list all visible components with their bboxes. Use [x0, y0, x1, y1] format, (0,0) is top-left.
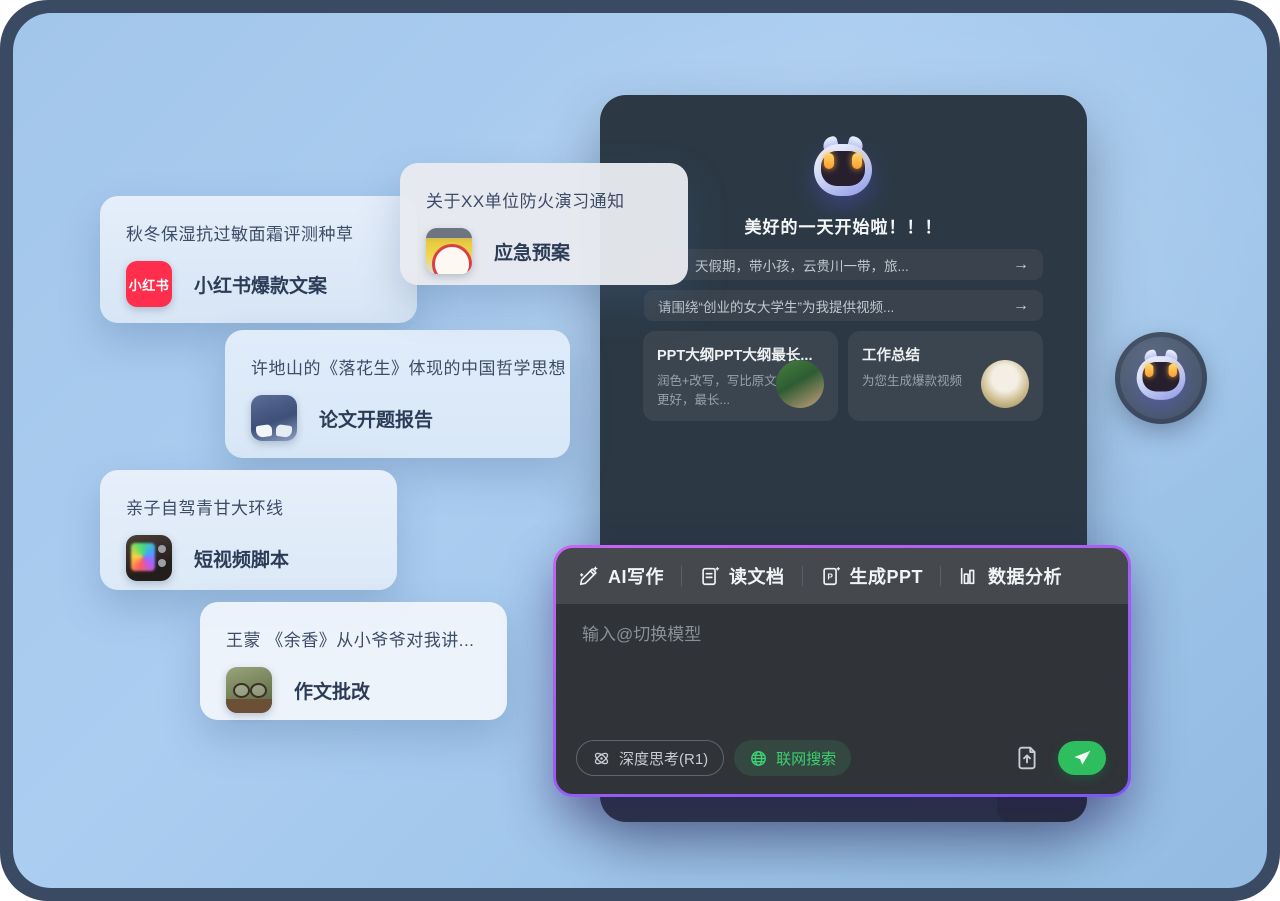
usecase-title: 秋冬保湿抗过敏面霜评测种草 [126, 220, 391, 245]
globe-icon [749, 749, 768, 768]
usecase-label: 应急预案 [494, 238, 570, 265]
emergency-ship-clock-thumbnail [426, 228, 472, 274]
upload-file-icon[interactable] [1014, 745, 1040, 771]
composer-body: 深度思考(R1) 联网搜索 [556, 604, 1128, 794]
robot-mascot-small [1137, 356, 1186, 400]
prompt-card-ppt-outline[interactable]: PPT大纲PPT大纲最长... 润色+改写，写比原文更好，最长... [643, 331, 838, 421]
message-input[interactable] [580, 618, 1104, 722]
usecase-label: 短视频脚本 [194, 545, 289, 572]
usecase-title: 王蒙 《余香》从小爷爷对我讲... [226, 626, 481, 651]
composer-panel: AI写作 读文档 P [553, 545, 1131, 797]
avatar [981, 360, 1029, 408]
divider [802, 566, 803, 586]
usecase-card-thesis-proposal[interactable]: 许地山的《落花生》体现的中国哲学思想 论文开题报告 [225, 330, 570, 458]
usecase-title: 关于XX单位防火演习通知 [426, 187, 662, 212]
usecase-card-emergency-plan[interactable]: 关于XX单位防火演习通知 应急预案 [400, 163, 688, 285]
suggestion-row-2[interactable]: 请围绕“创业的女大学生”为我提供视频... → [644, 290, 1043, 321]
atom-icon [592, 749, 611, 768]
paper-plane-icon [1072, 748, 1092, 768]
read-document-icon [699, 565, 721, 587]
suggestion-text: 天假期，带小孩，云贵川一带，旅... [695, 255, 1005, 275]
tab-generate-ppt[interactable]: P 生成PPT [820, 563, 924, 589]
web-search-toggle[interactable]: 联网搜索 [734, 740, 851, 776]
tab-data-analysis[interactable]: 数据分析 [958, 563, 1062, 589]
usecase-title: 亲子自驾青甘大环线 [126, 494, 371, 519]
mascot-eye-icon [1145, 364, 1153, 377]
composer-tabbar: AI写作 读文档 P [556, 548, 1128, 604]
usecase-title: 许地山的《落花生》体现的中国哲学思想 [251, 354, 544, 379]
mascot-eye-icon [1169, 364, 1177, 377]
usecase-label: 作文批改 [294, 677, 370, 704]
mascot-eye-icon [824, 153, 834, 169]
prompt-card-work-summary[interactable]: 工作总结 为您生成爆款视频 [848, 331, 1043, 421]
suggestion-row-1[interactable]: 天假期，带小孩，云贵川一带，旅... → [644, 249, 1043, 280]
assistant-launcher-button[interactable] [1115, 332, 1207, 424]
usecase-card-xiaohongshu[interactable]: 秋冬保湿抗过敏面霜评测种草 小红书 小红书爆款文案 [100, 196, 417, 323]
send-button[interactable] [1058, 741, 1106, 775]
usecase-label: 小红书爆款文案 [194, 271, 327, 298]
screenshot-stage: 美好的一天开始啦！！！ 天假期，带小孩，云贵川一带，旅... → 请围绕“创业的… [0, 0, 1280, 901]
ppt-document-icon: P [820, 565, 842, 587]
tab-read-document[interactable]: 读文档 [699, 563, 785, 589]
arrow-right-icon[interactable]: → [1013, 256, 1029, 274]
glasses-on-book-thumbnail [226, 667, 272, 713]
svg-text:P: P [827, 573, 833, 582]
app-background: 美好的一天开始啦！！！ 天假期，带小孩，云贵川一带，旅... → 请围绕“创业的… [13, 13, 1267, 888]
xiaohongshu-app-icon: 小红书 [126, 261, 172, 307]
tab-ai-writing[interactable]: AI写作 [578, 563, 664, 589]
robot-mascot [814, 144, 872, 196]
avatar [776, 360, 824, 408]
prompt-card-desc: 润色+改写，写比原文更好，最长... [657, 372, 779, 411]
divider [681, 566, 682, 586]
usecase-label: 论文开题报告 [319, 405, 433, 432]
prompt-card-desc: 为您生成爆款视频 [862, 372, 984, 391]
deep-think-toggle[interactable]: 深度思考(R1) [576, 740, 724, 776]
usecase-card-short-video[interactable]: 亲子自驾青甘大环线 短视频脚本 [100, 470, 397, 590]
retro-tv-thumbnail [126, 535, 172, 581]
divider [940, 566, 941, 586]
usecase-card-essay-review[interactable]: 王蒙 《余香》从小爷爷对我讲... 作文批改 [200, 602, 507, 720]
bar-chart-icon [958, 565, 980, 587]
open-book-thumbnail [251, 395, 297, 441]
mascot-eye-icon [852, 153, 862, 169]
pencil-sparkle-icon [578, 565, 600, 587]
suggestion-text: 请围绕“创业的女大学生”为我提供视频... [658, 296, 1005, 316]
arrow-right-icon[interactable]: → [1013, 297, 1029, 315]
